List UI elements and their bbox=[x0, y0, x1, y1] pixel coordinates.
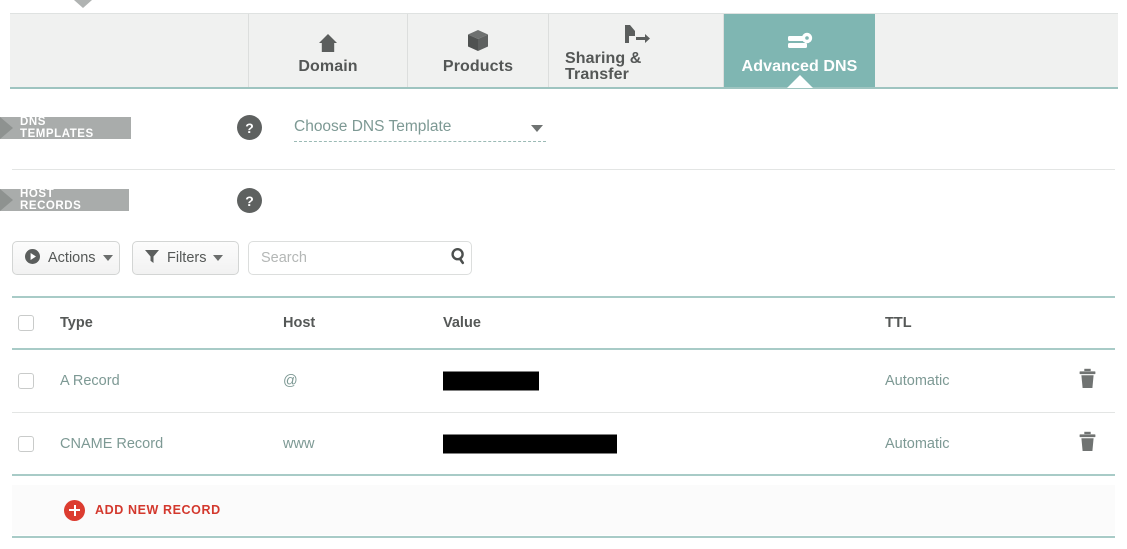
column-header-type: Type bbox=[60, 315, 93, 331]
row-select-checkbox[interactable] bbox=[18, 435, 34, 452]
table-row: CNAME Record www Automatic bbox=[12, 413, 1115, 476]
column-header-value: Value bbox=[443, 315, 481, 331]
redacted-value-bar bbox=[443, 434, 617, 453]
row-checkbox-cell bbox=[18, 373, 34, 389]
advanced-dns-page: Domain Products Sharing & Transfer Advan… bbox=[0, 0, 1127, 549]
record-ttl[interactable]: Automatic bbox=[885, 436, 949, 452]
host-records-table: Type Host Value TTL A Record @ Automatic bbox=[12, 296, 1115, 476]
active-tab-notch-icon bbox=[786, 75, 813, 88]
table-bottom-rule bbox=[12, 536, 1115, 538]
column-header-host: Host bbox=[283, 315, 316, 331]
add-record-row: ADD NEW RECORD bbox=[12, 485, 1115, 535]
record-value[interactable] bbox=[443, 434, 617, 453]
delete-record-button[interactable] bbox=[1078, 368, 1097, 394]
add-new-record-label: ADD NEW RECORD bbox=[95, 503, 221, 517]
funnel-icon bbox=[144, 248, 160, 268]
home-icon bbox=[317, 27, 339, 53]
add-new-record-button[interactable]: ADD NEW RECORD bbox=[64, 495, 221, 525]
section-banner-host-records: HOST RECORDS bbox=[0, 188, 129, 212]
actions-button[interactable]: Actions bbox=[12, 241, 120, 275]
search-input[interactable] bbox=[259, 249, 450, 267]
select-all-checkbox-cell bbox=[18, 315, 34, 331]
chevron-down-icon bbox=[213, 255, 224, 261]
tab-products-label: Products bbox=[442, 57, 514, 75]
actions-button-label: Actions bbox=[48, 250, 96, 266]
tab-sharing-transfer[interactable]: Sharing & Transfer bbox=[549, 14, 724, 87]
box-icon bbox=[467, 27, 489, 53]
domain-nav-tabs: Domain Products Sharing & Transfer Advan… bbox=[10, 13, 1118, 89]
help-icon-dns-templates-label: ? bbox=[245, 119, 254, 136]
play-circle-icon bbox=[24, 248, 41, 269]
table-row: A Record @ Automatic bbox=[12, 350, 1115, 413]
page-top-caret-icon bbox=[74, 0, 92, 8]
section-divider bbox=[12, 169, 1115, 170]
plus-circle-icon bbox=[64, 499, 85, 521]
help-icon-host-records[interactable]: ? bbox=[237, 188, 262, 213]
redacted-value-bar bbox=[443, 371, 539, 391]
record-value[interactable] bbox=[443, 371, 539, 391]
tab-sharing-transfer-label: Sharing & Transfer bbox=[565, 49, 642, 83]
record-type[interactable]: A Record bbox=[60, 373, 120, 389]
tab-domain-label: Domain bbox=[298, 57, 358, 75]
table-header-row: Type Host Value TTL bbox=[12, 296, 1115, 350]
filters-button[interactable]: Filters bbox=[132, 241, 239, 275]
tab-domain[interactable]: Domain bbox=[249, 14, 408, 87]
row-select-checkbox[interactable] bbox=[18, 373, 34, 389]
record-ttl[interactable]: Automatic bbox=[885, 373, 949, 389]
tab-advanced-dns-label: Advanced DNS bbox=[741, 57, 858, 75]
select-all-checkbox[interactable] bbox=[18, 315, 34, 331]
section-banner-dns-templates: DNS TEMPLATES bbox=[0, 116, 131, 140]
transfer-icon bbox=[621, 19, 651, 45]
trash-icon[interactable] bbox=[1078, 368, 1097, 394]
tab-products[interactable]: Products bbox=[408, 14, 549, 87]
help-icon-host-records-label: ? bbox=[245, 192, 254, 209]
filters-button-label: Filters bbox=[167, 250, 207, 266]
chevron-down-icon bbox=[102, 255, 113, 261]
column-header-ttl: TTL bbox=[885, 315, 912, 331]
row-checkbox-cell bbox=[18, 435, 34, 452]
tabstrip-right-spacer bbox=[875, 14, 1118, 87]
section-banner-dns-templates-label: DNS TEMPLATES bbox=[20, 116, 94, 140]
tabstrip-left-spacer bbox=[10, 14, 249, 87]
trash-icon[interactable] bbox=[1078, 431, 1097, 457]
search-box[interactable] bbox=[248, 241, 472, 275]
dns-template-select-value: Choose DNS Template bbox=[294, 118, 452, 135]
help-icon-dns-templates[interactable]: ? bbox=[237, 115, 262, 140]
server-icon bbox=[785, 27, 815, 53]
delete-record-button[interactable] bbox=[1078, 431, 1097, 457]
chevron-down-icon bbox=[531, 125, 543, 132]
search-icon[interactable] bbox=[450, 247, 468, 270]
record-host[interactable]: @ bbox=[283, 373, 298, 389]
section-banner-host-records-label: HOST RECORDS bbox=[20, 188, 82, 212]
dns-template-select[interactable]: Choose DNS Template bbox=[294, 116, 546, 142]
tab-advanced-dns[interactable]: Advanced DNS bbox=[724, 14, 875, 88]
record-host[interactable]: www bbox=[283, 436, 314, 452]
record-type[interactable]: CNAME Record bbox=[60, 436, 163, 452]
